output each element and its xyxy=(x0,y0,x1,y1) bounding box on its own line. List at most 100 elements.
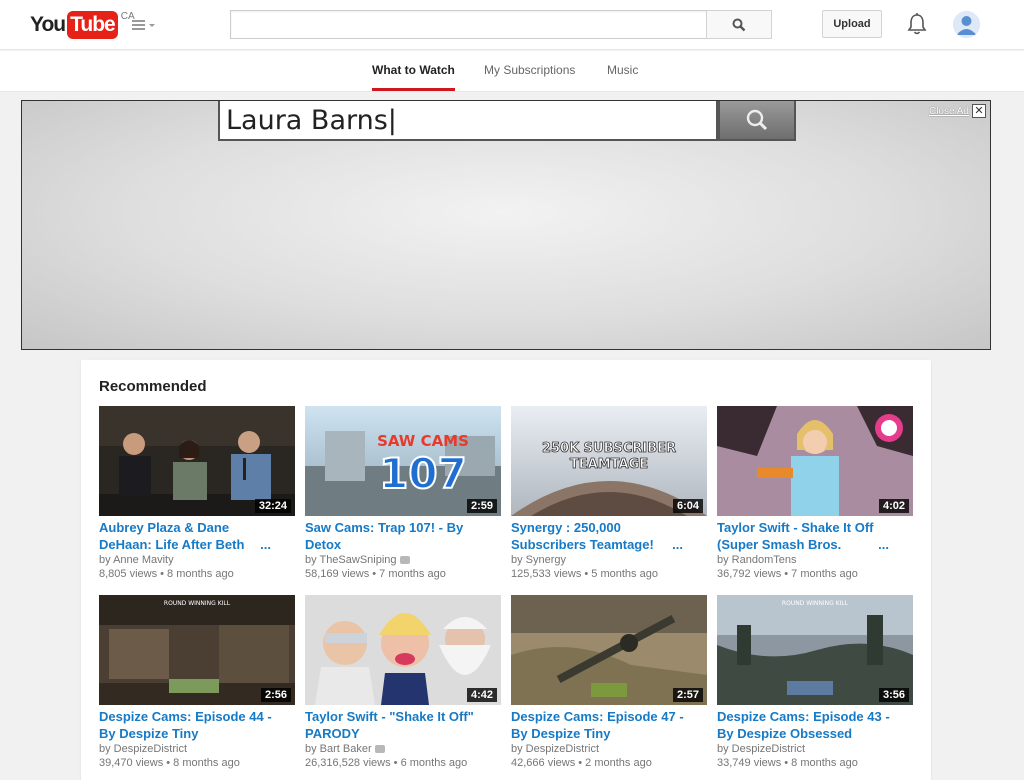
video-title-line: Taylor Swift - "Shake It Off" xyxy=(305,709,474,724)
tab-music[interactable]: Music xyxy=(607,63,638,77)
ad-search-button xyxy=(718,101,796,141)
video-title-line: Aubrey Plaza & Dane xyxy=(99,520,230,535)
video-card[interactable]: ROUND WINNING KILL 2:56 Despize Cams: Ep… xyxy=(99,595,295,770)
verified-icon xyxy=(374,745,385,754)
thumb-text-saw-cams: SAW CAMS xyxy=(377,432,469,450)
video-thumbnail[interactable]: SAW CAMS 107 2:59 xyxy=(305,406,501,516)
channel-name: by TheSawSniping xyxy=(305,554,397,566)
video-card[interactable]: 32:24 Aubrey Plaza & Dane DeHaan: Life A… xyxy=(99,406,295,581)
channel-name: by RandomTens xyxy=(717,554,797,566)
video-meta: 8,805 views • 8 months ago xyxy=(99,568,234,580)
video-title[interactable]: Saw Cams: Trap 107! - By Detox xyxy=(305,519,501,553)
search-icon xyxy=(732,18,746,31)
video-duration: 4:02 xyxy=(878,499,909,513)
video-duration: 3:56 xyxy=(878,688,909,702)
video-duration: 2:56 xyxy=(260,688,291,702)
video-meta: 58,169 views • 7 months ago xyxy=(305,568,446,580)
video-channel[interactable]: by TheSawSniping xyxy=(305,553,501,567)
video-title-line: Despize Cams: Episode 44 - xyxy=(99,709,272,724)
thumb-text-synergy-2: TEAMTAGE xyxy=(570,457,648,472)
channel-name: by Synergy xyxy=(511,554,567,566)
video-title[interactable]: Despize Cams: Episode 44 - By Despize Ti… xyxy=(99,708,295,742)
video-channel[interactable]: by DespizeDistrict xyxy=(99,742,295,756)
channel-name: by DespizeDistrict xyxy=(99,743,188,755)
video-title[interactable]: Aubrey Plaza & Dane DeHaan: Life After B… xyxy=(99,519,295,553)
video-thumbnail[interactable]: 32:24 xyxy=(99,406,295,516)
video-title-line: PARODY xyxy=(305,726,360,741)
video-title[interactable]: Taylor Swift - "Shake It Off" PARODY xyxy=(305,708,501,742)
video-thumbnail[interactable]: ROUND WINNING KILL 3:56 xyxy=(717,595,913,705)
video-title-line: By Despize Tiny xyxy=(511,726,611,741)
video-channel[interactable]: by Anne Mavity xyxy=(99,553,295,567)
title-ellipsis: ... xyxy=(668,536,683,553)
avatar-icon[interactable] xyxy=(953,11,980,38)
video-title[interactable]: Despize Cams: Episode 43 - By Despize Ob… xyxy=(717,708,913,742)
feed-tabs: What to Watch My Subscriptions Music xyxy=(0,51,1024,92)
title-ellipsis: ... xyxy=(256,536,271,553)
title-ellipsis: ... xyxy=(874,536,889,553)
upload-button[interactable]: Upload xyxy=(822,10,882,38)
video-thumbnail[interactable]: 2:57 xyxy=(511,595,707,705)
video-card[interactable]: 4:42 Taylor Swift - "Shake It Off" PAROD… xyxy=(305,595,501,770)
close-ad-button[interactable]: Close Ad ✕ xyxy=(929,104,986,118)
masthead: You Tube CA Upload xyxy=(0,0,1024,50)
logo-you-text: You xyxy=(30,13,66,36)
video-duration: 2:57 xyxy=(672,688,703,702)
video-title-line: Saw Cams: Trap 107! - By xyxy=(305,520,464,535)
video-channel[interactable]: by RandomTens xyxy=(717,553,913,567)
recommended-shelf: Recommended 32:24 Aubrey Plaza & Dane De… xyxy=(81,360,931,780)
verified-icon xyxy=(399,556,410,565)
video-channel[interactable]: by DespizeDistrict xyxy=(511,742,707,756)
video-title-line: Synergy : 250,000 xyxy=(511,520,621,535)
tab-what-to-watch[interactable]: What to Watch xyxy=(372,63,455,77)
close-ad-label: Close Ad xyxy=(928,105,969,117)
logo-tube-text: Tube xyxy=(67,11,118,39)
thumb-text-saw-number: 107 xyxy=(379,449,467,498)
video-duration: 2:59 xyxy=(466,499,497,513)
video-channel[interactable]: by DespizeDistrict xyxy=(717,742,913,756)
video-thumbnail[interactable]: 250K SUBSCRIBER TEAMTAGE 6:04 xyxy=(511,406,707,516)
channel-name: by Bart Baker xyxy=(305,743,372,755)
video-thumbnail[interactable]: ROUND WINNING KILL 2:56 xyxy=(99,595,295,705)
video-channel[interactable]: by Bart Baker xyxy=(305,742,501,756)
video-title-line: By Despize Tiny xyxy=(99,726,199,741)
channel-name: by DespizeDistrict xyxy=(511,743,600,755)
bell-icon[interactable] xyxy=(906,12,928,36)
ad-search-icon xyxy=(746,109,768,131)
thumb-text-synergy-1: 250K SUBSCRIBER xyxy=(542,441,676,456)
video-card[interactable]: 250K SUBSCRIBER TEAMTAGE 6:04 Synergy : … xyxy=(511,406,707,581)
ad-banner[interactable]: Laura Barns| Close Ad ✕ xyxy=(21,100,991,350)
thumb-text-kill: ROUND WINNING KILL xyxy=(164,600,231,607)
video-meta: 36,792 views • 7 months ago xyxy=(717,568,858,580)
video-duration: 32:24 xyxy=(254,499,291,513)
channel-name: by Anne Mavity xyxy=(99,554,174,566)
video-title[interactable]: Taylor Swift - Shake It Off (Super Smash… xyxy=(717,519,913,553)
thumb-text-kill: ROUND WINNING KILL xyxy=(782,600,849,607)
video-thumbnail[interactable]: 4:42 xyxy=(305,595,501,705)
video-title-line: Taylor Swift - Shake It Off xyxy=(717,520,874,535)
video-meta: 125,533 views • 5 months ago xyxy=(511,568,658,580)
video-channel[interactable]: by Synergy xyxy=(511,553,707,567)
search-input[interactable] xyxy=(230,10,707,39)
search-button[interactable] xyxy=(706,10,772,39)
video-duration: 4:42 xyxy=(466,688,497,702)
video-title-line: Despize Cams: Episode 47 - xyxy=(511,709,684,724)
video-duration: 6:04 xyxy=(672,499,703,513)
video-title[interactable]: Despize Cams: Episode 47 - By Despize Ti… xyxy=(511,708,707,742)
video-title[interactable]: Synergy : 250,000 Subscribers Teamtage! … xyxy=(511,519,707,553)
video-title-line: By Despize Obsessed xyxy=(717,726,853,741)
tab-my-subscriptions[interactable]: My Subscriptions xyxy=(484,63,575,77)
close-icon: ✕ xyxy=(972,104,986,118)
youtube-logo[interactable]: You Tube CA xyxy=(30,11,135,39)
channel-name: by DespizeDistrict xyxy=(717,743,806,755)
shelf-title: Recommended xyxy=(99,378,207,395)
video-card[interactable]: 4:02 Taylor Swift - Shake It Off (Super … xyxy=(717,406,913,581)
video-thumbnail[interactable]: 4:02 xyxy=(717,406,913,516)
video-title-line: Detox xyxy=(305,537,342,552)
active-tab-indicator xyxy=(372,88,455,91)
video-card[interactable]: ROUND WINNING KILL 3:56 Despize Cams: Ep… xyxy=(717,595,913,770)
guide-menu-icon[interactable] xyxy=(132,18,158,32)
video-card[interactable]: SAW CAMS 107 2:59 Saw Cams: Trap 107! - … xyxy=(305,406,501,581)
video-card[interactable]: 2:57 Despize Cams: Episode 47 - By Despi… xyxy=(511,595,707,770)
video-title-line: Despize Cams: Episode 43 - xyxy=(717,709,890,724)
